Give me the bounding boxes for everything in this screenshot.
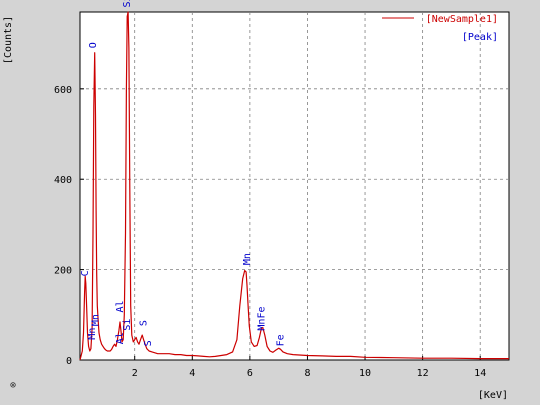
y-tick-label: 0	[66, 356, 72, 367]
peak-label: MnFe	[256, 307, 267, 331]
spectrum-chart: 2 4 6 8 10 12 140200400600 COMnMnAlAlSiSi SSMnM…	[3, 0, 510, 401]
peak-label: S	[139, 320, 150, 326]
peak-label: Al	[115, 332, 126, 344]
x-tick-label: 12	[417, 368, 429, 379]
legend-item-sample: [NewSample1]	[426, 14, 498, 25]
corner-mark: ⊗	[10, 380, 16, 391]
peak-label: Fe	[275, 334, 286, 346]
plot-area	[79, 11, 510, 361]
x-tick-label: 8	[304, 368, 310, 379]
y-tick-label: 400	[54, 175, 72, 186]
peak-label: Al	[115, 300, 126, 312]
peak-label: Mn	[91, 314, 102, 326]
y-tick-label: 200	[54, 266, 72, 277]
peak-label: Si	[122, 0, 133, 8]
x-tick-label: 14	[474, 368, 486, 379]
x-axis-label: [KeV]	[478, 390, 508, 401]
legend-item-peak: [Peak]	[462, 32, 498, 43]
y-tick-label: 600	[54, 85, 72, 96]
x-tick-label: 4	[189, 368, 195, 379]
peak-label: Si	[122, 319, 133, 331]
peak-label: Mn	[242, 253, 253, 265]
x-tick-label: 2	[132, 368, 138, 379]
peak-label: Mn	[87, 328, 98, 340]
peak-label: S	[143, 340, 154, 346]
x-tick-label: 10	[359, 368, 371, 379]
peak-label: O	[88, 42, 99, 48]
y-axis-label: [Counts]	[3, 16, 14, 64]
peak-label: C	[80, 270, 91, 276]
x-tick-label: 6	[247, 368, 253, 379]
